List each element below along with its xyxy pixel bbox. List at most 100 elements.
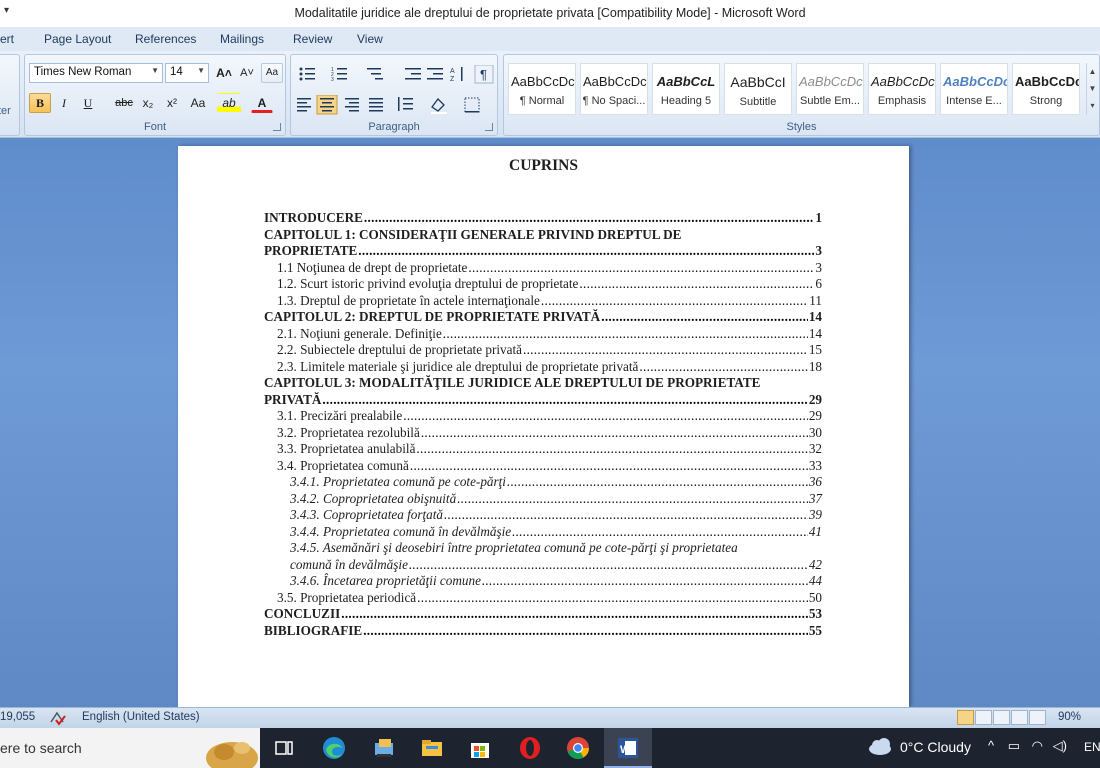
toc-entry[interactable]: CAPITOLUL 2: DREPTUL DE PROPRIETATE PRIV… <box>264 309 822 325</box>
style-intense-emphasis[interactable]: AaBbCcDc Intense E... <box>940 63 1008 115</box>
weather-text[interactable]: 0°C Cloudy <box>900 739 971 755</box>
file-manager-icon[interactable] <box>370 734 398 762</box>
style-strong[interactable]: AaBbCcDc Strong <box>1012 63 1080 115</box>
toc-leader-dots <box>409 557 808 573</box>
input-language-indicator[interactable]: EN <box>1084 740 1100 754</box>
toc-leader-dots <box>421 425 808 441</box>
taskbar-search[interactable]: ere to search <box>0 728 260 768</box>
style-sample: AaBbCcDc <box>511 74 575 89</box>
font-name-value: Times New Roman <box>34 66 132 78</box>
svg-text:3: 3 <box>331 77 334 83</box>
document-page[interactable]: CUPRINS INTRODUCERE 1 CAPITOLUL 1: CONSIDE… <box>178 146 909 707</box>
change-case-button[interactable]: Aa <box>185 93 211 113</box>
toc-entry[interactable]: BIBLIOGRAFIE 55 <box>264 623 822 639</box>
style-no-spacing[interactable]: AaBbCcDc ¶ No Spaci... <box>580 63 648 115</box>
file-explorer-icon[interactable] <box>418 734 446 762</box>
highlight-button[interactable]: ab <box>217 93 241 113</box>
toc-entry-line: CAPITOLUL 1: CONSIDERAŢII GENERALE PRIVI… <box>264 226 682 242</box>
subscript-button[interactable]: x₂ <box>137 93 159 113</box>
toc-entry[interactable]: 3.4.2. Coproprietatea obişnuită 37 <box>290 491 822 507</box>
task-view-icon[interactable] <box>270 734 298 762</box>
underline-button[interactable]: U <box>77 93 99 113</box>
print-layout-view-button[interactable] <box>957 710 974 725</box>
toc-entry[interactable]: 3.4.1. Proprietatea comună pe cote-părţi… <box>290 474 822 490</box>
align-right-icon <box>345 98 359 112</box>
toc-entry[interactable]: 3.1. Precizări prealabile 29 <box>277 408 822 424</box>
web-layout-view-button[interactable] <box>993 710 1010 725</box>
style-heading-5[interactable]: AaBbCcL Heading 5 <box>652 63 720 115</box>
document-area: CUPRINS INTRODUCERE 1 CAPITOLUL 1: CONSIDE… <box>0 138 1100 707</box>
toc-entry[interactable]: 3.2. Proprietatea rezolubilă 30 <box>277 425 822 441</box>
font-name-combo[interactable]: Times New Roman ▼ <box>29 63 163 83</box>
style-subtitle[interactable]: AaBbCcI Subtitle <box>724 63 792 115</box>
paragraph-toolbar-row1[interactable]: 123 AZ ¶ <box>295 65 495 85</box>
tab-view[interactable]: View <box>357 32 383 46</box>
outline-view-button[interactable] <box>1011 710 1028 725</box>
tab-insert[interactable]: ert <box>0 32 14 46</box>
word-count[interactable]: 19,055 <box>0 711 35 723</box>
strikethrough-button[interactable]: abc <box>111 93 137 113</box>
toc-entry[interactable]: CONCLUZII 53 <box>264 606 822 622</box>
style-normal[interactable]: AaBbCcDc ¶ Normal <box>508 63 576 115</box>
chevron-up-icon[interactable]: ^ <box>988 738 994 753</box>
toc-entry[interactable]: comună în devălmăşie 42 <box>290 557 822 573</box>
shrink-font-button[interactable]: A˅ <box>236 63 258 83</box>
wifi-icon[interactable]: ◠ <box>1032 738 1043 753</box>
font-color-button[interactable]: A <box>251 93 273 113</box>
styles-gallery-scroll[interactable]: ▲ ▼ ▾ <box>1086 63 1098 115</box>
toc-page-number: 42 <box>808 556 822 572</box>
style-emphasis[interactable]: AaBbCcDc Emphasis <box>868 63 936 115</box>
align-left-icon <box>297 98 311 112</box>
dialog-launcher-icon[interactable] <box>485 123 493 131</box>
toc-entry[interactable]: INTRODUCERE 1 <box>264 210 822 226</box>
toc-entry[interactable]: 3.4.4. Proprietatea comună în devălmăşie… <box>290 524 822 540</box>
full-screen-reading-view-button[interactable] <box>975 710 992 725</box>
toc-entry[interactable]: 1.2. Scurt istoric privind evoluţia drep… <box>277 276 822 292</box>
edge-browser-icon[interactable] <box>320 734 348 762</box>
svg-text:¶: ¶ <box>480 67 487 82</box>
toc-entry[interactable]: 2.3. Limitele materiale şi juridice ale … <box>277 359 822 375</box>
chrome-icon[interactable] <box>564 734 592 762</box>
microsoft-store-icon[interactable] <box>466 734 494 762</box>
toc-entry[interactable]: PROPRIETATE 3 <box>264 243 822 259</box>
format-painter-label[interactable]: ter <box>0 105 11 117</box>
toc-entry[interactable]: PRIVATĂ 29 <box>264 392 822 408</box>
toc-entry[interactable]: 3.4.3. Coproprietatea forţată 39 <box>290 507 822 523</box>
align-center-icon <box>316 95 338 115</box>
opera-icon[interactable] <box>516 734 544 762</box>
toc-leader-dots <box>482 573 808 589</box>
language-indicator[interactable]: English (United States) <box>82 711 200 723</box>
toc-leader-dots <box>468 260 814 276</box>
bold-button[interactable]: B <box>29 93 51 113</box>
italic-button[interactable]: I <box>53 93 75 113</box>
style-subtle-emphasis[interactable]: AaBbCcDc Subtle Em... <box>796 63 864 115</box>
font-size-combo[interactable]: 14 ▼ <box>165 63 209 83</box>
tab-mailings[interactable]: Mailings <box>220 32 264 46</box>
spelling-check-icon[interactable] <box>48 710 68 726</box>
toc-entry[interactable]: 1.1 Noţiunea de drept de proprietate 3 <box>277 260 822 276</box>
dialog-launcher-icon[interactable] <box>273 123 281 131</box>
toc-entry[interactable]: 3.4. Proprietatea comună 33 <box>277 458 822 474</box>
superscript-button[interactable]: x² <box>161 93 183 113</box>
tab-references[interactable]: References <box>135 32 196 46</box>
zoom-level[interactable]: 90% <box>1058 711 1081 723</box>
word-icon: W <box>618 738 638 758</box>
draft-view-button[interactable] <box>1029 710 1046 725</box>
toc-entry[interactable]: 3.4.6. Încetarea proprietăţii comune 44 <box>290 573 822 589</box>
paragraph-toolbar-row2[interactable] <box>295 95 495 115</box>
tab-review[interactable]: Review <box>293 32 332 46</box>
numbering-icon: 123 <box>331 67 347 83</box>
battery-icon[interactable]: ▭ <box>1008 738 1020 753</box>
toc-entry-title: 3.4.3. Coproprietatea forţată <box>290 507 444 522</box>
toc-entry[interactable]: 1.3. Dreptul de proprietate în actele in… <box>277 293 822 309</box>
toc-entry[interactable]: 3.3. Proprietatea anulabilă 32 <box>277 441 822 457</box>
toc-entry-title: PROPRIETATE <box>264 243 358 258</box>
volume-icon[interactable]: ◁) <box>1053 738 1067 753</box>
clear-formatting-button[interactable]: Aa <box>261 63 283 83</box>
toc-entry[interactable]: 3.5. Proprietatea periodică 50 <box>277 590 822 606</box>
word-taskbar-button[interactable]: W <box>604 728 652 768</box>
grow-font-button[interactable]: A˄ <box>213 63 235 83</box>
toc-entry[interactable]: 2.1. Noţiuni generale. Definiţie 14 <box>277 326 822 342</box>
toc-entry[interactable]: 2.2. Subiectele dreptului de proprietate… <box>277 342 822 358</box>
tab-page-layout[interactable]: Page Layout <box>44 32 111 46</box>
